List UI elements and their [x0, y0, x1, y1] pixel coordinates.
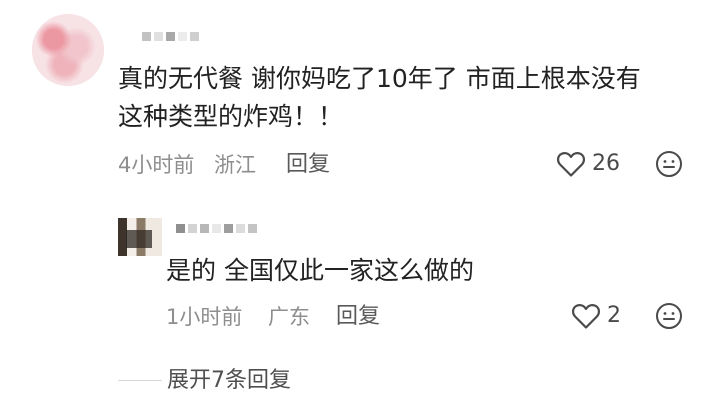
commenter-name-mosaic[interactable]: [142, 32, 199, 41]
comment-reply-button[interactable]: 回复: [286, 150, 330, 180]
reply-location: 广东: [268, 305, 310, 329]
reply-reply-button[interactable]: 回复: [336, 302, 380, 332]
comment-emoji-button[interactable]: [654, 149, 684, 183]
comment-text-line-2: 这种类型的炸鸡！！: [118, 102, 344, 131]
expand-replies-button[interactable]: 展开7条回复: [167, 366, 291, 396]
heart-outline-icon: [556, 152, 586, 177]
replier-avatar[interactable]: [118, 218, 162, 256]
comment-time: 4小时前: [118, 153, 195, 177]
reply-like-count: 2: [607, 303, 621, 328]
avatar-blurred-image: [32, 14, 104, 86]
replier-name-mosaic[interactable]: [176, 224, 257, 233]
avatar-blurred-detail: [126, 230, 152, 248]
comment-like-button[interactable]: 26: [556, 149, 620, 179]
reply-like-button[interactable]: 2: [571, 301, 621, 331]
comment-text-line-1: 真的无代餐 谢你妈吃了10年了 市面上根本没有: [118, 64, 641, 93]
reply-time: 1小时前: [166, 305, 243, 329]
comment-like-count: 26: [592, 151, 620, 176]
smiley-face-icon: [656, 151, 682, 177]
expand-replies-divider: [118, 380, 162, 381]
smiley-face-icon: [656, 303, 682, 329]
heart-outline-icon: [571, 304, 601, 329]
commenter-avatar[interactable]: [32, 14, 104, 86]
reply-text: 是的 全国仅此一家这么做的: [166, 256, 474, 285]
reply-emoji-button[interactable]: [654, 301, 684, 335]
comment-location: 浙江: [214, 153, 256, 177]
